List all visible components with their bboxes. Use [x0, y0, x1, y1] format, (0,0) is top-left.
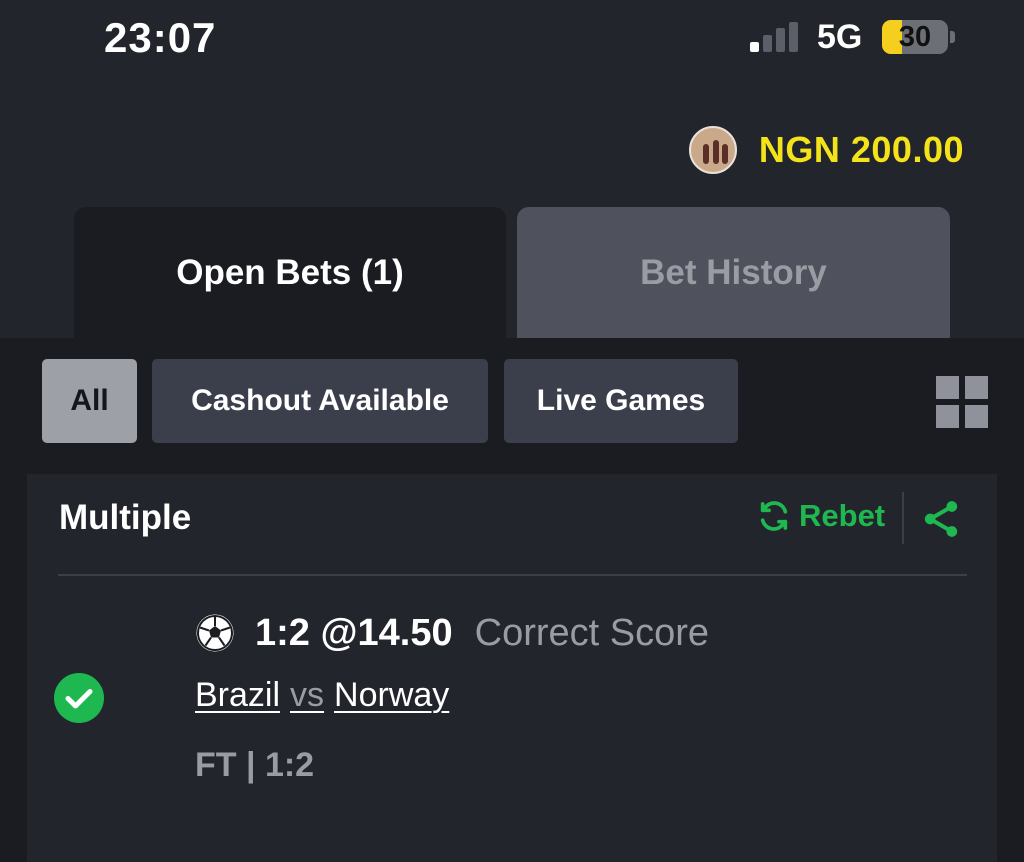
filter-all-button[interactable]: All — [42, 359, 137, 443]
vs-label: vs — [290, 676, 325, 714]
tab-bet-history[interactable]: Bet History — [517, 207, 950, 338]
football-icon — [196, 614, 234, 652]
filter-live-games-button[interactable]: Live Games — [504, 359, 738, 443]
selection-row: 1:2 @14.50 Correct Score — [195, 609, 709, 657]
grid-view-icon[interactable] — [936, 376, 988, 428]
share-button[interactable] — [921, 498, 961, 545]
header-divider — [902, 492, 904, 544]
battery-percent: 30 — [898, 21, 932, 53]
home-team: Brazil — [195, 676, 281, 714]
market-name: Correct Score — [474, 611, 710, 654]
bet-card: Multiple Rebet 1:2 @14.50 Correct Score … — [27, 474, 997, 862]
rebet-button[interactable]: Rebet — [757, 498, 885, 534]
match-link[interactable]: Brazil vs Norway — [195, 676, 449, 715]
clock: 23:07 — [104, 14, 217, 61]
network-type: 5G — [817, 18, 863, 56]
filter-cashout-available-button[interactable]: Cashout Available — [152, 359, 488, 443]
check-icon — [54, 673, 104, 723]
tab-open-bets[interactable]: Open Bets (1) — [74, 207, 506, 338]
selection-pick: 1:2 @14.50 — [255, 611, 453, 654]
signal-bars-icon — [750, 22, 802, 52]
status-bar: 23:07 5G 30 — [0, 0, 1024, 78]
share-icon — [924, 501, 958, 537]
account-summary: NGN 200.00 — [688, 126, 964, 174]
refresh-icon — [760, 501, 788, 531]
battery-tip — [950, 31, 955, 43]
avatar[interactable] — [688, 126, 737, 174]
open-bets-panel: All Cashout Available Live Games Multipl… — [0, 338, 1024, 862]
match-result: FT | 1:2 — [195, 746, 315, 784]
account-balance[interactable]: NGN 200.00 — [759, 129, 964, 171]
away-team: Norway — [334, 676, 450, 714]
bet-type-title: Multiple — [59, 498, 192, 537]
battery-icon: 30 — [882, 20, 948, 54]
card-divider — [58, 574, 967, 576]
rebet-label: Rebet — [799, 498, 886, 533]
